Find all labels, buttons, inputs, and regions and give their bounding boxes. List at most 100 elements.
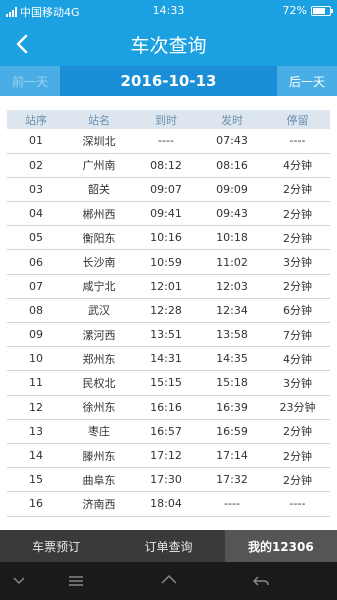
cell-station: 漯河西 (65, 322, 133, 348)
cell-arrive: 15:15 (133, 370, 199, 396)
cell-seq: 13 (7, 419, 65, 444)
cell-arrive: 10:59 (133, 249, 199, 275)
cell-seq: 08 (7, 298, 65, 324)
system-nav-bar (0, 562, 337, 600)
menu-button[interactable] (67, 572, 85, 590)
next-day-button[interactable]: 后一天 (277, 66, 337, 96)
table-header-row: 站序 站名 到时 发时 停留 (7, 110, 330, 129)
cell-depart: 15:18 (199, 370, 265, 396)
header-arrive: 到时 (133, 110, 199, 129)
cell-station: 济南西 (65, 491, 133, 517)
cell-station: 枣庄 (65, 419, 133, 444)
cell-arrive: ---- (133, 129, 199, 154)
cell-depart: 12:34 (199, 298, 265, 324)
cell-depart: 16:39 (199, 395, 265, 420)
table-row[interactable]: 14 滕州东 17:12 17:14 2分钟 (7, 443, 330, 469)
cell-seq: 06 (7, 249, 65, 275)
title-bar: 车次查询 (0, 22, 337, 66)
cell-station: 深圳北 (65, 129, 133, 154)
system-back-button[interactable] (252, 572, 270, 590)
cell-seq: 04 (7, 201, 65, 227)
cell-stay: 3分钟 (265, 249, 330, 275)
cell-depart: 16:59 (199, 419, 265, 444)
table-row[interactable]: 02 广州南 08:12 08:16 4分钟 (7, 153, 330, 178)
cell-depart: 09:43 (199, 201, 265, 227)
table-row[interactable]: 16 济南西 18:04 ---- ---- (7, 491, 330, 517)
nav-my-12306[interactable]: 我的12306 (224, 530, 337, 562)
cell-station: 郴州西 (65, 201, 133, 227)
cell-stay: 23分钟 (265, 395, 330, 420)
table-row[interactable]: 01 深圳北 ---- 07:43 ---- (7, 129, 330, 154)
table-row[interactable]: 08 武汉 12:28 12:34 6分钟 (7, 298, 330, 324)
cell-seq: 09 (7, 322, 65, 348)
header-depart: 发时 (199, 110, 265, 129)
table-row[interactable]: 05 衡阳东 10:16 10:18 2分钟 (7, 225, 330, 251)
date-bar: 前一天 2016-10-13 后一天 (0, 66, 337, 96)
battery-fill (313, 7, 325, 14)
cell-arrive: 16:16 (133, 395, 199, 420)
table-row[interactable]: 10 郑州东 14:31 14:35 4分钟 (7, 346, 330, 372)
cell-depart: 11:02 (199, 249, 265, 275)
current-date[interactable]: 2016-10-13 (60, 72, 277, 90)
table-row[interactable]: 12 徐州东 16:16 16:39 23分钟 (7, 395, 330, 420)
schedule-table-container[interactable]: 站序 站名 到时 发时 停留 01 深圳北 ---- 07:43 ---- 02 广州南 08… (7, 110, 330, 530)
cell-arrive: 16:57 (133, 419, 199, 444)
cell-depart: 13:58 (199, 322, 265, 348)
cell-stay: 2分钟 (265, 419, 330, 444)
cell-stay: 6分钟 (265, 298, 330, 324)
table-row[interactable]: 06 长沙南 10:59 11:02 3分钟 (7, 249, 330, 275)
cell-stay: 2分钟 (265, 177, 330, 203)
bottom-nav: 车票预订 订单查询 我的12306 (0, 530, 337, 562)
table-row[interactable]: 11 民权北 15:15 15:18 3分钟 (7, 370, 330, 396)
home-button[interactable] (160, 572, 178, 590)
cell-arrive: 17:30 (133, 467, 199, 493)
cell-arrive: 17:12 (133, 443, 199, 469)
scroll-ghost-strip (0, 96, 337, 110)
cell-station: 衡阳东 (65, 225, 133, 251)
cell-seq: 12 (7, 395, 65, 420)
cell-arrive: 12:01 (133, 274, 199, 299)
prev-day-button[interactable]: 前一天 (0, 66, 60, 96)
cell-depart: 14:35 (199, 346, 265, 372)
schedule-table: 站序 站名 到时 发时 停留 01 深圳北 ---- 07:43 ---- 02 广州南 08… (7, 110, 330, 517)
home-icon (161, 574, 177, 584)
cell-arrive: 09:07 (133, 177, 199, 203)
cell-arrive: 13:51 (133, 322, 199, 348)
cell-arrive: 10:16 (133, 225, 199, 251)
table-row[interactable]: 04 郴州西 09:41 09:43 2分钟 (7, 201, 330, 227)
cell-station: 广州南 (65, 153, 133, 178)
cell-stay: 4分钟 (265, 346, 330, 372)
cell-stay: 2分钟 (265, 201, 330, 227)
cell-seq: 07 (7, 274, 65, 299)
header-seq: 站序 (7, 110, 65, 129)
cell-depart: 17:32 (199, 467, 265, 493)
cell-station: 武汉 (65, 298, 133, 324)
table-row[interactable]: 13 枣庄 16:57 16:59 2分钟 (7, 419, 330, 444)
header-stay: 停留 (265, 110, 330, 129)
cell-seq: 14 (7, 443, 65, 469)
status-right: 72% (282, 4, 333, 17)
cell-depart: 07:43 (199, 129, 265, 154)
battery-percent: 72% (282, 4, 307, 17)
status-bar: 中国移动4G 14:33 72% (0, 0, 337, 22)
table-row[interactable]: 15 曲阜东 17:30 17:32 2分钟 (7, 467, 330, 493)
table-row[interactable]: 09 漯河西 13:51 13:58 7分钟 (7, 322, 330, 348)
cell-stay: 2分钟 (265, 443, 330, 469)
cell-station: 郑州东 (65, 346, 133, 372)
cell-station: 徐州东 (65, 395, 133, 420)
cell-seq: 10 (7, 346, 65, 372)
cell-stay: ---- (265, 491, 330, 517)
cell-stay: 7分钟 (265, 322, 330, 348)
nav-ticket-booking[interactable]: 车票预订 (0, 530, 112, 562)
table-row[interactable]: 03 韶关 09:07 09:09 2分钟 (7, 177, 330, 203)
cell-arrive: 08:12 (133, 153, 199, 178)
cell-depart: 10:18 (199, 225, 265, 251)
cell-station: 滕州东 (65, 443, 133, 469)
table-row[interactable]: 07 咸宁北 12:01 12:03 2分钟 (7, 274, 330, 299)
cell-stay: 2分钟 (265, 225, 330, 251)
nav-order-query[interactable]: 订单查询 (112, 530, 224, 562)
cell-seq: 05 (7, 225, 65, 251)
collapse-button[interactable] (10, 572, 28, 590)
system-back-icon (253, 576, 269, 586)
cell-seq: 15 (7, 467, 65, 493)
